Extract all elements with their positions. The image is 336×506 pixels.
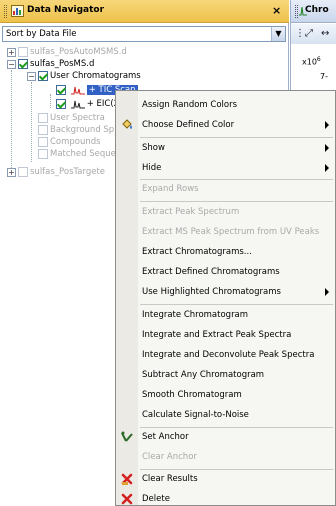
expand-icon[interactable]: + (7, 47, 16, 57)
grip-icon[interactable]: ⋮ (295, 28, 305, 39)
grip-icon[interactable] (295, 5, 298, 18)
y-tick-label: 7- (320, 72, 328, 81)
menu-item-choose-defined-color[interactable]: Choose Defined Color (116, 115, 335, 135)
checkbox[interactable] (38, 71, 48, 81)
grip-icon[interactable] (4, 5, 7, 18)
checkbox[interactable] (18, 47, 28, 57)
close-icon[interactable]: × (272, 4, 281, 17)
menu-item-hide[interactable]: Hide (116, 158, 335, 178)
checkbox[interactable] (38, 125, 48, 135)
navigator-title-bar[interactable]: Data Navigator × (0, 0, 289, 23)
expand-icon[interactable]: + (7, 167, 16, 177)
tree-item-file[interactable]: − sulfas_PosMS.d (7, 58, 94, 70)
menu-item-integrate-chromatogram[interactable]: Integrate Chromatogram (116, 305, 335, 325)
tree-item-label: Compounds (50, 137, 101, 147)
tree-item-label: sulfas_PosMS.d (30, 59, 95, 69)
menu-item-extract-chromatograms[interactable]: Extract Chromatograms... (116, 242, 335, 262)
tree-item-file[interactable]: + sulfas_PosAutoMSMS.d (7, 46, 127, 58)
tree-item-label: Background Sp (50, 125, 115, 135)
checkbox[interactable] (56, 85, 66, 95)
menu-item-show[interactable]: Show (116, 138, 335, 158)
tree-guide-line (50, 94, 51, 108)
tree-guide-line (11, 70, 12, 170)
tree-item-label: User Chromatograms (50, 71, 141, 81)
tree-item-chromatogram[interactable]: + EIC(2 (56, 98, 119, 110)
sort-value: Sort by Data File (6, 29, 77, 39)
menu-item-expand-rows[interactable]: Expand Rows (116, 179, 335, 199)
context-menu: Assign Random Colors Choose Defined Colo… (115, 90, 336, 506)
submenu-arrow-icon (325, 288, 329, 296)
menu-item-integrate-and-deconvolute[interactable]: Integrate and Deconvolute Peak Spectra (116, 345, 335, 365)
tree-item-folder[interactable]: Matched Seque (38, 148, 116, 160)
chromatogram-icon (70, 100, 85, 109)
delete-icon (121, 493, 133, 505)
y-scale-label: x106 (302, 56, 321, 67)
pan-icon[interactable]: ↔ (321, 28, 329, 39)
tree-item-folder[interactable]: Compounds (38, 136, 101, 148)
tree-item-label: Matched Seque (50, 149, 116, 159)
submenu-arrow-icon (325, 121, 329, 129)
checkbox[interactable] (38, 149, 48, 159)
tree-item-label: User Spectra (50, 113, 105, 123)
menu-item-smooth-chromatogram[interactable]: Smooth Chromatogram (116, 385, 335, 405)
tree-guide-line (31, 82, 32, 162)
checkbox[interactable] (38, 137, 48, 147)
menu-item-subtract-any-chromatogram[interactable]: Subtract Any Chromatogram (116, 365, 335, 385)
menu-item-extract-peak-spectrum[interactable]: Extract Peak Spectrum (116, 202, 335, 222)
checkbox[interactable] (18, 167, 28, 177)
submenu-arrow-icon (325, 144, 329, 152)
sort-dropdown[interactable]: Sort by Data File ▼ (2, 26, 286, 42)
navigator-title: Data Navigator (27, 5, 105, 15)
paint-bucket-icon (122, 119, 132, 129)
menu-item-clear-results[interactable]: Clear Results (116, 469, 335, 489)
collapse-icon[interactable]: − (7, 59, 16, 69)
chromatogram-icon (70, 86, 85, 95)
checkbox[interactable] (56, 99, 66, 109)
chevron-down-icon[interactable]: ▼ (271, 27, 285, 41)
menu-item-set-anchor[interactable]: Set Anchor (116, 427, 335, 447)
menu-item-extract-defined-chromatograms[interactable]: Extract Defined Chromatograms (116, 262, 335, 282)
tree-item-file[interactable]: + sulfas_PosTargete (7, 166, 105, 178)
chromatogram-title-bar[interactable]: Chro (291, 0, 336, 23)
submenu-arrow-icon (325, 164, 329, 172)
tree-item-folder[interactable]: Background Sp (38, 124, 114, 136)
tree-item-label: sulfas_PosAutoMSMS.d (30, 47, 127, 57)
chromatogram-title: Chro (305, 5, 329, 15)
navigator-icon (11, 5, 24, 17)
chromatogram-toolbar: ⋮ ⤢ ↔ (291, 24, 336, 44)
tree-item-label: sulfas_PosTargete (30, 167, 106, 177)
collapse-icon[interactable]: − (27, 71, 36, 81)
menu-item-integrate-and-extract[interactable]: Integrate and Extract Peak Spectra (116, 325, 335, 345)
anchor-icon (121, 431, 133, 442)
menu-item-extract-ms-peak-spectrum[interactable]: Extract MS Peak Spectrum from UV Peaks (116, 222, 335, 242)
tree-item-folder[interactable]: User Spectra (38, 112, 105, 124)
clear-results-icon (121, 473, 133, 485)
menu-item-clear-anchor[interactable]: Clear Anchor (116, 447, 335, 467)
tree-item-folder[interactable]: − User Chromatograms (27, 70, 141, 82)
checkbox[interactable] (38, 113, 48, 123)
zoom-icon[interactable]: ⤢ (305, 28, 313, 39)
menu-item-use-highlighted-chromatograms[interactable]: Use Highlighted Chromatograms (116, 282, 335, 302)
menu-item-assign-random-colors[interactable]: Assign Random Colors (116, 95, 335, 115)
menu-item-calculate-signal-to-noise[interactable]: Calculate Signal-to-Noise (116, 405, 335, 425)
checkbox[interactable] (18, 59, 28, 69)
menu-item-delete[interactable]: Delete (116, 489, 335, 506)
